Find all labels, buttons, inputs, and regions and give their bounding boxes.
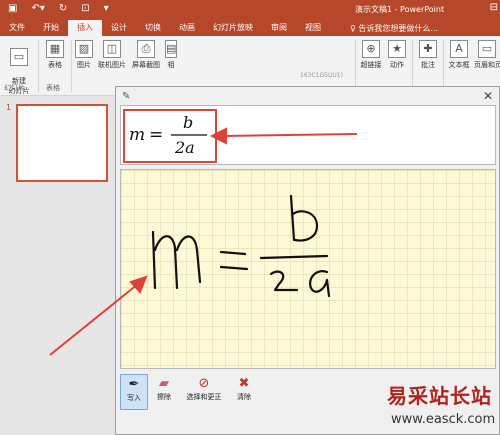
customize-qat-icon[interactable]: ▾ xyxy=(104,3,109,14)
write-label: 写入 xyxy=(127,394,141,402)
write-tool-button[interactable]: ✒ 写入 xyxy=(120,374,148,410)
formula-preview: m = b 2a xyxy=(120,105,496,165)
header-footer-button[interactable]: ▭ 页眉和页 xyxy=(474,40,500,70)
group-tables-label: 表格 xyxy=(46,84,60,92)
table-icon: ▦ xyxy=(46,40,64,58)
ink-toolbar: ✒ 写入 ▰ 擦除 ⊘ 选择和更正 ✖ 清除 xyxy=(120,374,258,410)
tell-me-box[interactable]: ♀ 告诉我您想要做什么... xyxy=(350,23,438,34)
math-input-icon: ✎ xyxy=(122,91,131,102)
clear-tool-button[interactable]: ✖ 清除 xyxy=(230,374,258,410)
select-correct-label: 选择和更正 xyxy=(186,393,222,401)
action-label: 动作 xyxy=(390,61,404,69)
table-button[interactable]: ▦ 表格 xyxy=(42,40,68,70)
watermark: 易采站长站 www.easck.com xyxy=(365,376,500,435)
tab-animations[interactable]: 动画 xyxy=(170,20,204,36)
formula-equals: = xyxy=(149,125,163,145)
textbox-label: 文本框 xyxy=(448,61,470,69)
album-icon: ▤ xyxy=(165,40,177,58)
slide-thumbnail[interactable] xyxy=(16,104,108,182)
table-label: 表格 xyxy=(48,61,62,69)
hidden-label: 163C1O5UU1) xyxy=(300,72,343,79)
header-footer-label: 页眉和页 xyxy=(474,61,500,69)
picture-button[interactable]: ▨ 图片 xyxy=(74,40,94,70)
handwriting-area[interactable] xyxy=(120,169,496,369)
watermark-url: www.easck.com xyxy=(391,412,496,427)
new-slide-icon: ▭ xyxy=(10,48,28,66)
tab-slideshow[interactable]: 幻灯片放映 xyxy=(204,20,262,36)
comment-button[interactable]: ✚ 批注 xyxy=(416,40,440,70)
comment-label: 批注 xyxy=(421,61,435,69)
textbox-icon: A xyxy=(450,40,468,58)
clear-icon: ✖ xyxy=(238,376,250,391)
lightbulb-icon: ♀ xyxy=(350,23,356,33)
picture-label: 图片 xyxy=(77,61,91,69)
screenshot-label: 屏幕截图 xyxy=(132,61,160,69)
formula-lhs: m xyxy=(129,125,145,145)
ribbon-tabs: 文件 开始 插入 设计 切换 动画 幻灯片放映 审阅 视图 ♀ 告诉我您想要做什… xyxy=(0,20,500,36)
screenshot-icon: ⎙ xyxy=(137,40,155,58)
window-controls: ⊟ xyxy=(490,2,498,13)
lasso-icon: ⊘ xyxy=(198,376,210,391)
tab-design[interactable]: 设计 xyxy=(102,20,136,36)
formula-rendered: m = b 2a xyxy=(129,113,207,157)
ribbon-separator xyxy=(412,40,413,92)
eraser-icon: ▰ xyxy=(159,376,169,391)
album-button[interactable]: ▤ 相 xyxy=(164,40,178,70)
pen-icon: ✒ xyxy=(128,377,140,392)
album-label: 相 xyxy=(167,61,175,69)
tell-me-text: 告诉我您想要做什么... xyxy=(358,23,439,33)
tab-home[interactable]: 开始 xyxy=(34,20,68,36)
quick-access-toolbar: ▣ ↶▾ ↻ ⊡ ▾ xyxy=(8,3,109,14)
erase-tool-button[interactable]: ▰ 擦除 xyxy=(150,374,178,410)
formula-denominator: 2a xyxy=(174,138,195,157)
ribbon-separator xyxy=(355,40,356,92)
ribbon-display-icon[interactable]: ⊟ xyxy=(490,2,498,13)
tab-transitions[interactable]: 切换 xyxy=(136,20,170,36)
header-footer-icon: ▭ xyxy=(478,40,496,58)
title-bar: ▣ ↶▾ ↻ ⊡ ▾ 演示文稿1 - PowerPoint ⊟ xyxy=(0,0,500,20)
ribbon-separator xyxy=(71,40,72,92)
screenshot-button[interactable]: ⎙ 屏幕截图 xyxy=(130,40,162,70)
clear-label: 清除 xyxy=(237,393,251,401)
watermark-brand: 易采站长站 xyxy=(387,384,492,408)
close-icon[interactable]: ✕ xyxy=(483,89,493,103)
action-button[interactable]: ★ 动作 xyxy=(386,40,408,70)
save-icon[interactable]: ▣ xyxy=(8,3,17,14)
select-correct-tool-button[interactable]: ⊘ 选择和更正 xyxy=(180,374,228,410)
hyperlink-label: 超链接 xyxy=(360,61,382,69)
online-picture-icon: ◫ xyxy=(103,40,121,58)
textbox-button[interactable]: A 文本框 xyxy=(446,40,472,70)
tab-file[interactable]: 文件 xyxy=(0,20,34,36)
erase-label: 擦除 xyxy=(157,393,171,401)
online-picture-label: 联机图片 xyxy=(98,61,126,69)
present-icon[interactable]: ⊡ xyxy=(81,3,89,14)
group-slides-label: 幻灯片 xyxy=(4,84,25,92)
globe-link-icon: ⊕ xyxy=(362,40,380,58)
formula-numerator: b xyxy=(183,113,193,132)
window-title: 演示文稿1 - PowerPoint xyxy=(355,5,445,14)
comment-icon: ✚ xyxy=(419,40,437,58)
hyperlink-button[interactable]: ⊕ 超链接 xyxy=(358,40,384,70)
undo-icon[interactable]: ↶▾ xyxy=(31,3,44,14)
ribbon-separator xyxy=(443,40,444,92)
star-action-icon: ★ xyxy=(388,40,406,58)
ribbon-separator xyxy=(38,40,39,92)
redo-icon[interactable]: ↻ xyxy=(59,3,67,14)
tab-view[interactable]: 视图 xyxy=(296,20,330,36)
picture-icon: ▨ xyxy=(75,40,93,58)
online-picture-button[interactable]: ◫ 联机图片 xyxy=(96,40,128,70)
slide-number: 1 xyxy=(6,103,12,112)
tab-review[interactable]: 审阅 xyxy=(262,20,296,36)
handwritten-formula xyxy=(151,194,331,298)
tab-insert[interactable]: 插入 xyxy=(68,20,102,36)
